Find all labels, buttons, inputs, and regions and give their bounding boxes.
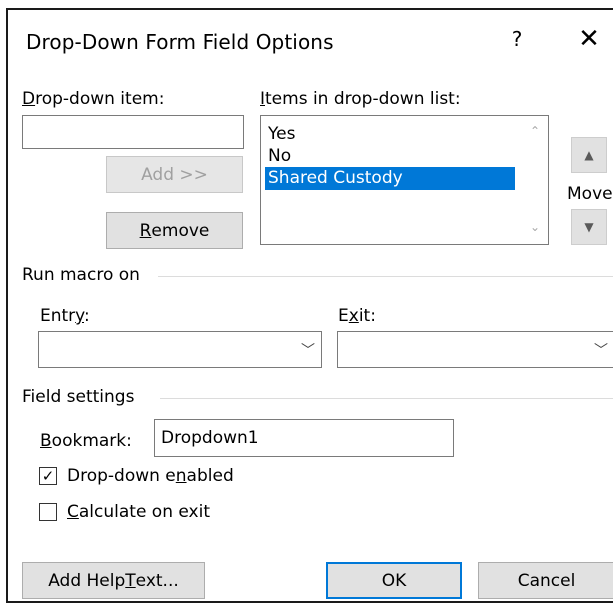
entry-macro-select[interactable]: ﹀ xyxy=(38,331,322,368)
items-listbox[interactable]: Yes No Shared Custody ⌃ ⌄ xyxy=(260,115,549,245)
bookmark-label: Bookmark: xyxy=(40,431,132,451)
bookmark-input[interactable]: Dropdown1 xyxy=(154,419,454,457)
add-help-text-button[interactable]: Add Help Text... xyxy=(22,562,205,599)
list-item-no[interactable]: No xyxy=(265,145,294,168)
close-icon: ✕ xyxy=(578,24,600,54)
list-item-yes[interactable]: Yes xyxy=(265,123,298,146)
dropdown-enabled-checkbox[interactable]: ✓ xyxy=(39,467,57,485)
run-macro-heading: Run macro on xyxy=(22,265,140,285)
exit-macro-select[interactable]: ﹀ xyxy=(337,331,613,368)
field-settings-heading: Field settings xyxy=(22,387,135,407)
cancel-button[interactable]: Cancel xyxy=(478,562,613,599)
run-macro-divider xyxy=(158,276,613,277)
calculate-on-exit-checkbox[interactable] xyxy=(39,503,57,521)
scroll-up-icon[interactable]: ⌃ xyxy=(530,124,540,138)
field-settings-divider xyxy=(160,398,613,399)
move-down-button[interactable]: ▼ xyxy=(571,209,607,245)
entry-label: Entry: xyxy=(40,306,90,326)
ok-button[interactable]: OK xyxy=(326,562,462,599)
move-label: Move xyxy=(567,184,613,204)
dropdown-item-label: Drop-down item: xyxy=(22,89,165,109)
add-button[interactable]: Add >> xyxy=(106,156,243,193)
close-button[interactable]: ✕ xyxy=(574,24,604,54)
exit-label: Exit: xyxy=(338,306,376,326)
scroll-down-icon[interactable]: ⌄ xyxy=(530,220,540,234)
listbox-scrollbar[interactable]: ⌃ ⌄ xyxy=(524,116,548,244)
dropdown-enabled-label[interactable]: Drop-down enabled xyxy=(67,466,234,486)
question-mark-icon: ? xyxy=(511,27,523,51)
checkmark-icon: ✓ xyxy=(41,466,55,485)
calculate-on-exit-label[interactable]: Calculate on exit xyxy=(67,502,210,522)
help-button[interactable]: ? xyxy=(504,24,530,54)
triangle-down-icon: ▼ xyxy=(584,220,594,234)
dialog-title: Drop-Down Form Field Options xyxy=(26,30,334,54)
dropdown-item-input[interactable] xyxy=(22,115,244,149)
remove-button[interactable]: Remove xyxy=(106,212,243,249)
list-item-shared-custody[interactable]: Shared Custody xyxy=(265,167,515,190)
chevron-down-icon[interactable]: ﹀ xyxy=(294,332,321,367)
chevron-down-icon[interactable]: ﹀ xyxy=(587,332,613,367)
drop-down-form-field-options-dialog: Drop-Down Form Field Options ? ✕ Drop-do… xyxy=(6,8,613,603)
move-up-button[interactable]: ▲ xyxy=(571,137,607,173)
items-list-label: Items in drop-down list: xyxy=(260,89,461,109)
triangle-up-icon: ▲ xyxy=(584,148,594,162)
